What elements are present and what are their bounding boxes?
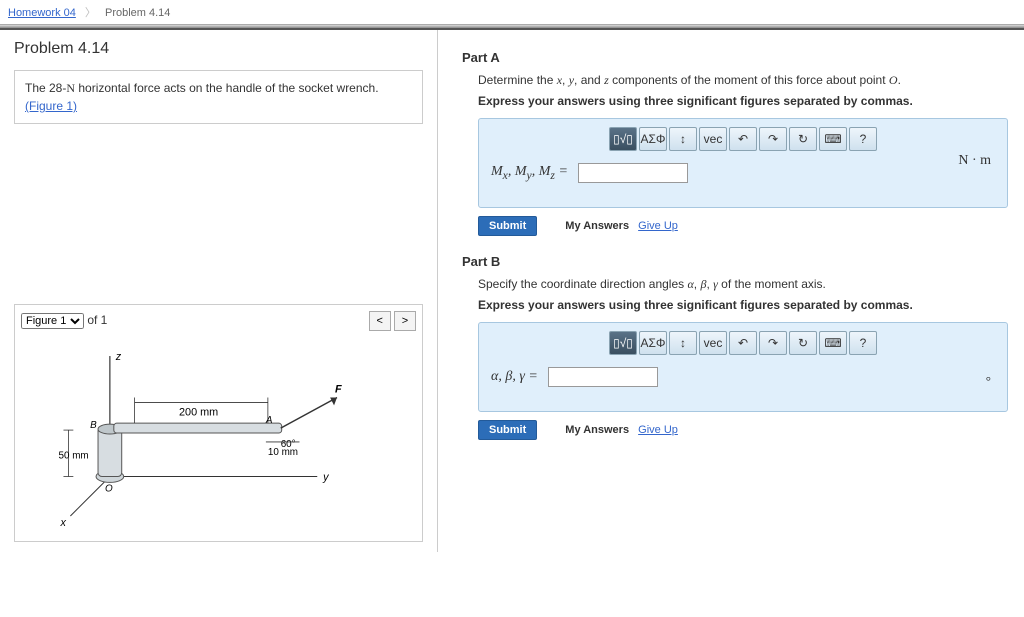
problem-statement: The 28-N horizontal force acts on the ha… xyxy=(14,70,423,124)
part-b-submit-button[interactable]: Submit xyxy=(478,420,537,440)
templates-button[interactable]: ▯√▯ xyxy=(609,127,637,151)
part-b-header: Part B xyxy=(462,254,1008,269)
svg-text:F: F xyxy=(335,384,342,396)
figure-select[interactable]: Figure 1 xyxy=(21,313,84,329)
part-b-answer-input[interactable] xyxy=(548,367,658,387)
vec-button[interactable]: vec xyxy=(699,331,727,355)
problem-title: Problem 4.14 xyxy=(14,40,423,58)
figure-image: z y x F 60° 200 mm xyxy=(21,337,416,537)
templates-button[interactable]: ▯√▯ xyxy=(609,331,637,355)
reset-button[interactable]: ↻ xyxy=(789,331,817,355)
svg-text:10 mm: 10 mm xyxy=(268,447,298,458)
part-a-units: N · m xyxy=(958,153,991,169)
svg-text:A: A xyxy=(265,415,273,426)
svg-text:y: y xyxy=(322,471,329,483)
subsup-button[interactable]: ↕ xyxy=(669,331,697,355)
svg-text:200 mm: 200 mm xyxy=(179,406,218,418)
redo-button[interactable]: ↷ xyxy=(759,127,787,151)
redo-button[interactable]: ↷ xyxy=(759,331,787,355)
svg-text:x: x xyxy=(60,517,67,529)
greek-button[interactable]: ΑΣΦ xyxy=(639,331,667,355)
figure-next-button[interactable]: > xyxy=(394,311,416,331)
part-b-answer-box: ▯√▯ ΑΣΦ ↕ vec ↶ ↷ ↻ ⌨ ? α, β, γ = ° xyxy=(478,322,1008,412)
keyboard-button[interactable]: ⌨ xyxy=(819,331,847,355)
keyboard-button[interactable]: ⌨ xyxy=(819,127,847,151)
figure-link[interactable]: (Figure 1) xyxy=(25,99,77,113)
vec-button[interactable]: vec xyxy=(699,127,727,151)
undo-button[interactable]: ↶ xyxy=(729,127,757,151)
svg-text:O: O xyxy=(105,483,113,494)
greek-button[interactable]: ΑΣΦ xyxy=(639,127,667,151)
breadcrumb: Homework 04 〉 Problem 4.14 xyxy=(0,0,1024,24)
part-b-myanswers: My Answers Give Up xyxy=(565,424,678,436)
svg-text:B: B xyxy=(90,420,97,431)
breadcrumb-arrow-icon: 〉 xyxy=(85,7,96,19)
part-b-units: ° xyxy=(986,373,991,389)
part-b-instruction: Express your answers using three signifi… xyxy=(478,298,1008,312)
part-b-giveup-link[interactable]: Give Up xyxy=(638,424,678,436)
breadcrumb-problem: Problem 4.14 xyxy=(105,7,170,19)
part-a-giveup-link[interactable]: Give Up xyxy=(638,220,678,232)
part-a-prompt: Determine the x, y, and z components of … xyxy=(478,73,1008,88)
figure-count: of 1 xyxy=(87,313,107,327)
part-a-answer-input[interactable] xyxy=(578,163,688,183)
undo-button[interactable]: ↶ xyxy=(729,331,757,355)
part-b-toolbar: ▯√▯ ΑΣΦ ↕ vec ↶ ↷ ↻ ⌨ ? xyxy=(491,331,995,355)
help-button[interactable]: ? xyxy=(849,127,877,151)
reset-button[interactable]: ↻ xyxy=(789,127,817,151)
part-a-lhs: Mx, My, Mz = xyxy=(491,164,568,182)
part-a-instruction: Express your answers using three signifi… xyxy=(478,94,1008,108)
svg-text:50 mm: 50 mm xyxy=(59,451,89,462)
figure-panel: Figure 1 of 1 < > z y x xyxy=(14,304,423,542)
part-a-answer-box: ▯√▯ ΑΣΦ ↕ vec ↶ ↷ ↻ ⌨ ? Mx, My, Mz = N ·… xyxy=(478,118,1008,208)
part-a-myanswers: My Answers Give Up xyxy=(565,220,678,232)
part-a-toolbar: ▯√▯ ΑΣΦ ↕ vec ↶ ↷ ↻ ⌨ ? xyxy=(491,127,995,151)
part-b-lhs: α, β, γ = xyxy=(491,369,538,385)
part-a-submit-button[interactable]: Submit xyxy=(478,216,537,236)
part-b-prompt: Specify the coordinate direction angles … xyxy=(478,277,1008,292)
part-a-header: Part A xyxy=(462,50,1008,65)
help-button[interactable]: ? xyxy=(849,331,877,355)
figure-prev-button[interactable]: < xyxy=(369,311,391,331)
breadcrumb-hw-link[interactable]: Homework 04 xyxy=(8,7,76,19)
subsup-button[interactable]: ↕ xyxy=(669,127,697,151)
svg-text:z: z xyxy=(115,351,122,363)
